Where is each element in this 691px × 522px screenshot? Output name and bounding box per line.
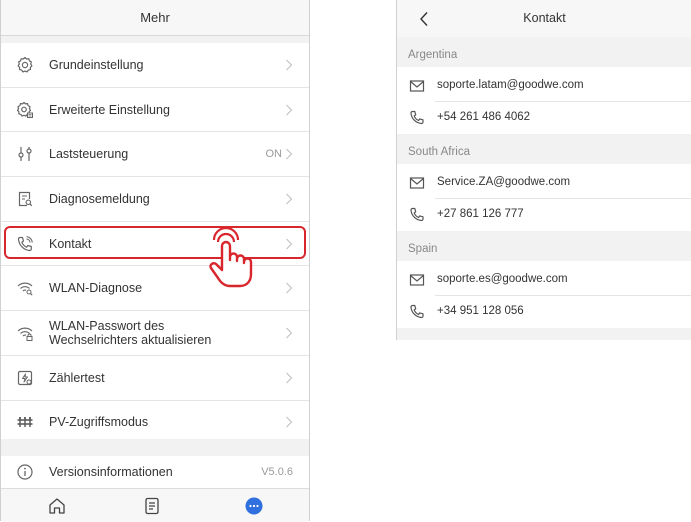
page-title: Kontakt (523, 11, 566, 25)
kontakt-header: Kontakt (397, 0, 691, 38)
email-address[interactable]: Service.ZA@goodwe.com (437, 176, 570, 188)
region-label: Spain (408, 243, 438, 255)
chevron-right-icon (285, 59, 293, 71)
more-dots-icon[interactable] (244, 496, 264, 516)
meter-test-icon (16, 369, 34, 387)
mehr-screen: Mehr Grundeinstellung Erweiterte Einstel… (0, 0, 310, 522)
document-icon[interactable] (142, 496, 162, 516)
email-row-argentina[interactable]: soporte.latam@goodwe.com (397, 70, 691, 102)
info-icon (16, 463, 34, 481)
section-divider (1, 439, 309, 457)
region-label: South Africa (408, 146, 471, 158)
page-title: Mehr (140, 10, 170, 25)
menu-item-label: Grundeinstellung (49, 57, 144, 72)
menu-item-wlan-diagnose[interactable]: WLAN-Diagnose (1, 266, 309, 312)
phone-icon (409, 304, 425, 320)
load-control-icon (16, 145, 34, 163)
menu-item-kontakt[interactable]: Kontakt (1, 222, 309, 267)
phone-icon (409, 110, 425, 126)
pv-access-icon (16, 413, 34, 431)
settings-gear-icon (16, 56, 34, 74)
load-control-status: ON (265, 148, 283, 161)
mail-icon (409, 175, 425, 191)
menu-item-wlan-passwort[interactable]: WLAN-Passwort des Wechselrichters aktual… (1, 311, 309, 356)
menu-item-versionsinformationen[interactable]: Versionsinformationen V5.0.6 (1, 456, 309, 488)
chevron-right-icon (285, 416, 293, 428)
menu-item-grundeinstellung[interactable]: Grundeinstellung (1, 43, 309, 88)
home-icon[interactable] (47, 496, 67, 516)
wifi-lock-icon (16, 324, 34, 342)
chevron-right-icon (285, 238, 293, 250)
phone-number[interactable]: +27 861 126 777 (437, 208, 524, 220)
chevron-right-icon (285, 372, 293, 384)
menu-item-zaehlertest[interactable]: Zählertest (1, 356, 309, 401)
diagnosis-document-icon (16, 190, 34, 208)
menu-item-label: Diagnosemeldung (49, 191, 150, 206)
menu-item-label: Laststeuerung (49, 147, 129, 162)
menu-item-label: WLAN-Diagnose (49, 281, 143, 296)
email-address[interactable]: soporte.es@goodwe.com (437, 273, 568, 285)
chevron-right-icon (285, 327, 293, 339)
phone-number[interactable]: +54 261 486 4062 (437, 111, 530, 123)
chevron-right-icon (285, 148, 293, 160)
version-value: V5.0.6 (261, 466, 293, 478)
phone-number[interactable]: +34 951 128 056 (437, 305, 524, 317)
menu-item-laststeuerung[interactable]: Laststeuerung ON (1, 132, 309, 178)
chevron-right-icon (285, 193, 293, 205)
email-row-spain[interactable]: soporte.es@goodwe.com (397, 264, 691, 296)
version-label: Versionsinformationen (49, 465, 173, 479)
region-header-spain: Spain (397, 231, 691, 261)
phone-row-argentina[interactable]: +54 261 486 4062 (397, 102, 691, 134)
region-label: Argentina (408, 49, 458, 61)
menu-item-label: WLAN-Passwort des Wechselrichters aktual… (49, 319, 211, 347)
phone-contact-icon (16, 235, 34, 253)
kontakt-screen: Kontakt Argentina soporte.latam@goodwe.c… (396, 0, 691, 340)
wifi-search-icon (16, 279, 34, 297)
mail-icon (409, 78, 425, 94)
bottom-tab-bar (1, 488, 309, 522)
menu-item-label-line1: WLAN-Passwort des (49, 318, 165, 333)
menu-item-label-line2: Wechselrichters aktualisieren (49, 332, 212, 347)
menu-item-label: Zählertest (49, 370, 105, 385)
menu-item-erweiterte-einstellung[interactable]: Erweiterte Einstellung (1, 88, 309, 133)
settings-menu: Grundeinstellung Erweiterte Einstellung … (1, 43, 309, 446)
phone-icon (409, 207, 425, 223)
menu-item-diagnosemeldung[interactable]: Diagnosemeldung (1, 177, 309, 222)
menu-item-label: PV-Zugriffsmodus (49, 415, 149, 430)
phone-row-spain[interactable]: +34 951 128 056 (397, 296, 691, 328)
chevron-right-icon (285, 282, 293, 294)
mehr-header: Mehr (1, 0, 309, 36)
email-row-south-africa[interactable]: Service.ZA@goodwe.com (397, 167, 691, 199)
chevron-right-icon (285, 104, 293, 116)
menu-item-label: Erweiterte Einstellung (49, 102, 170, 117)
region-header-south-africa: South Africa (397, 134, 691, 164)
phone-row-south-africa[interactable]: +27 861 126 777 (397, 199, 691, 231)
menu-item-label: Kontakt (49, 236, 92, 251)
email-address[interactable]: soporte.latam@goodwe.com (437, 79, 584, 91)
tap-hand-icon (209, 228, 253, 288)
advanced-settings-icon (16, 101, 34, 119)
region-header-argentina: Argentina (397, 37, 691, 67)
bottom-spacer (397, 328, 691, 340)
mail-icon (409, 272, 425, 288)
